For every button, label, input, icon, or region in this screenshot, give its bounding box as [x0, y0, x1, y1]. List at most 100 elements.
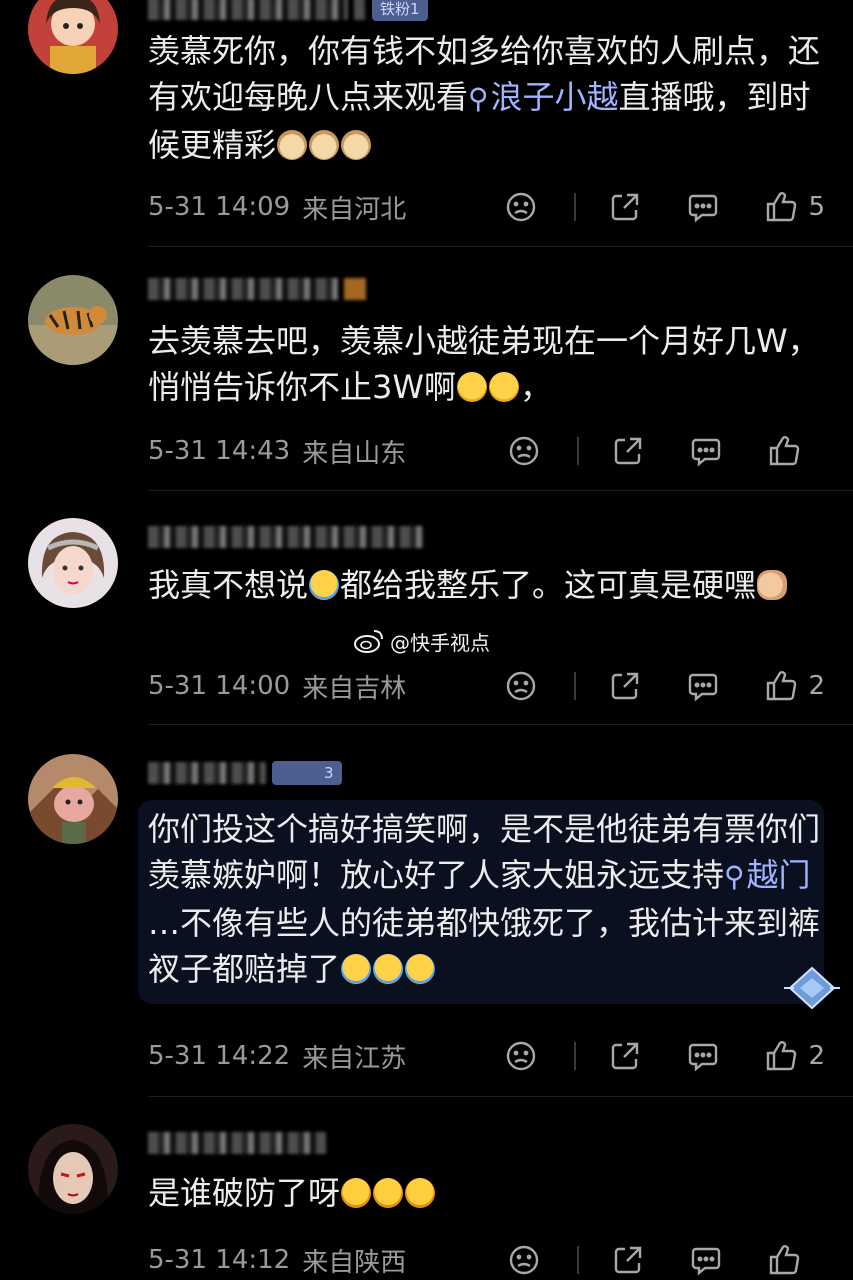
dislike-button[interactable] [504, 190, 538, 224]
comment-text: 是谁破防了呀 [148, 1170, 838, 1216]
like-count: 2 [808, 671, 825, 701]
comment-meta: 5-31 14:22 来自江苏 2 [148, 1036, 825, 1076]
share-icon [614, 1246, 642, 1274]
watermark: @快手视点 [354, 626, 490, 656]
share-button[interactable] [611, 434, 645, 468]
topic-link[interactable]: ⚲越门 [724, 856, 811, 894]
reply-icon [691, 438, 721, 467]
grin-emoji [405, 1178, 436, 1208]
comment-text: 去羡慕去吧，羡慕小越徒弟现在一个月好几W，悄悄告诉你不止3W啊， [148, 322, 820, 406]
reply-icon [689, 194, 718, 223]
avatar[interactable] [28, 518, 118, 608]
fan-badge: 铁粉1 [372, 0, 428, 21]
dislike-icon [507, 671, 536, 701]
avatar[interactable] [28, 1124, 118, 1214]
divider [574, 193, 577, 221]
grin-emoji [373, 1178, 404, 1208]
timestamp: 5-31 14:22 [148, 1041, 291, 1071]
reply-button[interactable] [689, 1243, 723, 1277]
avatar[interactable] [28, 275, 118, 365]
doge-emoji [277, 130, 308, 160]
timestamp: 5-31 14:43 [148, 436, 291, 466]
location: 来自吉林 [302, 673, 407, 704]
divider [148, 1096, 853, 1097]
username[interactable] [148, 1126, 326, 1160]
username[interactable]: 铁粉1 [148, 0, 428, 26]
comment-meta: 5-31 14:00 来自吉林 2 [148, 666, 825, 706]
like-button[interactable] [767, 434, 825, 468]
dislike-button[interactable] [504, 1039, 538, 1073]
like-button[interactable] [767, 1243, 825, 1277]
share-button[interactable] [611, 1243, 645, 1277]
divider [577, 1246, 579, 1274]
dislike-icon [509, 436, 539, 466]
location: 来自河北 [302, 194, 407, 225]
like-icon [767, 192, 797, 222]
dislike-button[interactable] [507, 1243, 541, 1277]
location: 来自陕西 [302, 1247, 407, 1278]
username[interactable] [148, 520, 424, 554]
comment-meta: 5-31 14:12 来自陕西 [148, 1240, 825, 1280]
reply-icon [691, 1247, 721, 1276]
comment-text: 我真不想说 都给我整乐了。这可真是硬嘿 [148, 562, 838, 608]
like-button[interactable]: 2 [764, 669, 825, 703]
share-button[interactable] [608, 669, 642, 703]
username[interactable] [148, 272, 366, 306]
comment-meta: 5-31 14:09 来自河北 5 [148, 187, 825, 227]
dislike-button[interactable] [504, 669, 538, 703]
timestamp: 5-31 14:00 [148, 671, 291, 701]
like-icon [767, 671, 797, 701]
thumbs-up-emoji [757, 570, 788, 600]
topic-link[interactable]: ⚲浪子小越 [468, 78, 619, 116]
like-icon [767, 1041, 797, 1071]
like-count: 2 [808, 1041, 825, 1071]
sob-emoji [405, 954, 436, 984]
divider [148, 246, 853, 247]
timestamp: 5-31 14:09 [148, 192, 291, 222]
share-icon [612, 193, 639, 221]
watermark-text: @快手视点 [390, 630, 490, 655]
location: 来自江苏 [302, 1043, 407, 1074]
sob-emoji [373, 954, 404, 984]
share-button[interactable] [608, 190, 642, 224]
share-icon [614, 437, 642, 465]
sob-emoji [309, 570, 340, 600]
like-count: 5 [808, 192, 825, 222]
divider [577, 437, 579, 465]
sob-emoji [341, 954, 372, 984]
like-icon [769, 436, 800, 466]
reply-button[interactable] [686, 669, 720, 703]
divider [148, 490, 853, 491]
reply-button[interactable] [686, 190, 720, 224]
dislike-button[interactable] [507, 434, 541, 468]
like-button[interactable]: 5 [764, 190, 825, 224]
share-button[interactable] [608, 1039, 642, 1073]
grin-emoji [341, 1178, 372, 1208]
laugh-cry-emoji [489, 372, 520, 402]
doge-emoji [341, 130, 372, 160]
like-icon [769, 1245, 800, 1275]
reply-button[interactable] [689, 434, 723, 468]
location: 来自山东 [302, 438, 407, 469]
laugh-cry-emoji [457, 372, 488, 402]
search-icon: ⚲ [468, 82, 489, 115]
username[interactable]: 3 [148, 756, 342, 790]
comment-text: 羡慕死你，你有钱不如多给你喜欢的人刷点，还有欢迎每晚八点来观看⚲浪子小越直播哦，… [148, 32, 821, 164]
dislike-icon [507, 1041, 536, 1071]
reply-icon [689, 1043, 718, 1072]
avatar[interactable] [28, 0, 118, 74]
share-icon [612, 672, 639, 700]
timestamp: 5-31 14:12 [148, 1245, 291, 1275]
divider [148, 724, 853, 725]
dislike-icon [509, 1245, 539, 1275]
divider [574, 672, 577, 700]
avatar[interactable] [28, 754, 118, 844]
dislike-icon [507, 192, 536, 222]
like-button[interactable]: 2 [764, 1039, 825, 1073]
weibo-icon [354, 630, 383, 653]
search-icon: ⚲ [724, 860, 745, 893]
divider [574, 1042, 577, 1070]
diamond-icon [784, 966, 840, 1010]
share-icon [612, 1042, 639, 1070]
reply-button[interactable] [686, 1039, 720, 1073]
